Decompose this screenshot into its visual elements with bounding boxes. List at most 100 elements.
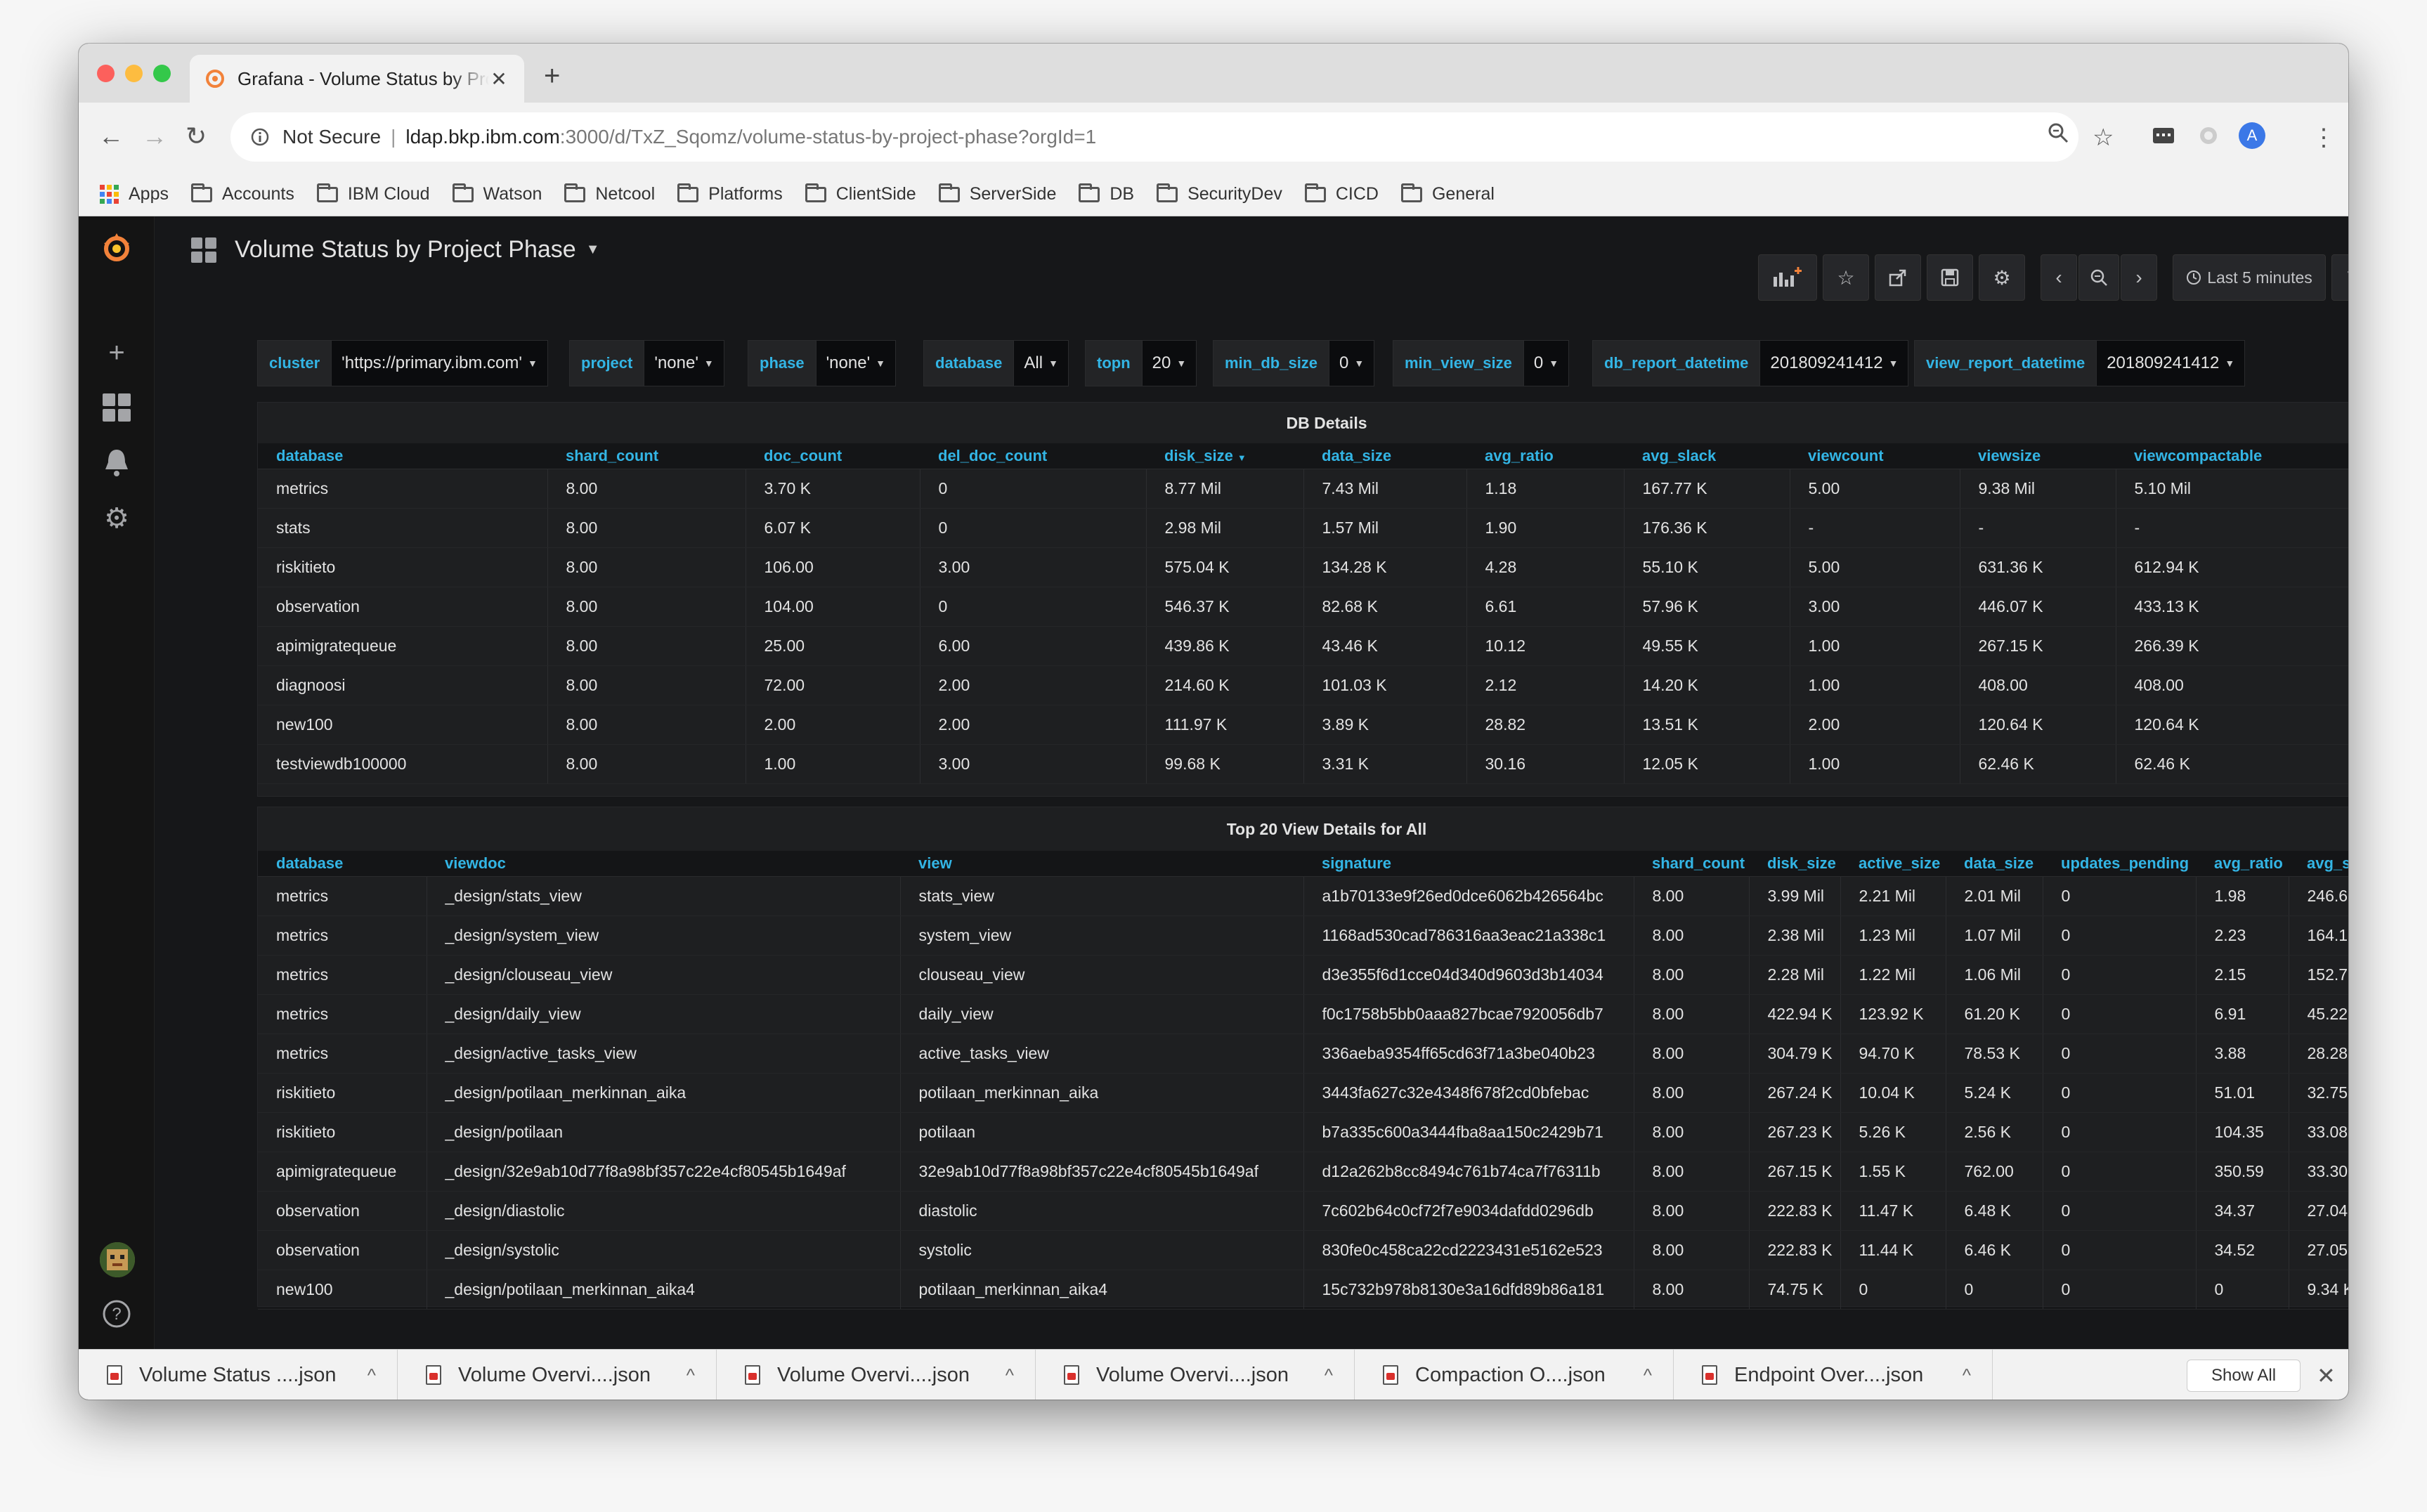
star-dashboard-icon[interactable]: ☆ (1823, 254, 1869, 301)
add-panel-icon[interactable] (1758, 254, 1817, 301)
tab-close-icon[interactable]: ✕ (489, 67, 509, 91)
time-range-picker[interactable]: Last 5 minutes (2173, 254, 2326, 301)
column-header[interactable]: viewsize (1960, 443, 2116, 469)
refresh-icon[interactable]: ↻ (2331, 254, 2348, 301)
browser-tab[interactable]: Grafana - Volume Status by Project Phase… (190, 55, 524, 103)
bookmark-folder[interactable]: Platforms (677, 183, 783, 204)
download-item[interactable]: Volume Overvi....json ^ (398, 1350, 717, 1400)
create-plus-icon[interactable]: + (100, 336, 134, 370)
download-item[interactable]: Volume Status ....json ^ (79, 1350, 398, 1400)
user-avatar[interactable] (100, 1242, 135, 1277)
close-downloads-icon[interactable]: ✕ (2317, 1362, 2336, 1389)
chevron-up-icon[interactable]: ^ (1325, 1364, 1333, 1386)
dashboards-icon[interactable] (100, 392, 134, 426)
column-header[interactable]: shard_count (547, 443, 746, 469)
download-item[interactable]: Volume Overvi....json ^ (717, 1350, 1036, 1400)
bookmark-folder[interactable]: DB (1079, 183, 1134, 204)
column-header[interactable]: signature (1303, 851, 1634, 877)
download-item[interactable]: Volume Overvi....json ^ (1036, 1350, 1355, 1400)
dashboard-settings-gear-icon[interactable]: ⚙ (1979, 254, 2025, 301)
variable-value-dropdown[interactable]: 'https://primary.ibm.com' ▼ (332, 340, 548, 386)
bookmark-apps[interactable]: Apps (100, 184, 169, 204)
column-header[interactable]: active_size (1840, 851, 1946, 877)
column-header[interactable]: data_size (1303, 443, 1466, 469)
bookmark-folder[interactable]: General (1400, 183, 1495, 204)
variable-value-dropdown[interactable]: 'none' ▼ (816, 340, 897, 386)
back-icon[interactable]: ← (98, 122, 124, 150)
new-tab-button[interactable]: + (544, 62, 560, 90)
column-header[interactable]: viewcompactable (2116, 443, 2348, 469)
variable-value-dropdown[interactable]: 0 ▼ (1329, 340, 1375, 386)
variable-min-db-size[interactable]: min_db_size 0 ▼ (1213, 340, 1375, 386)
chevron-up-icon[interactable]: ^ (1644, 1364, 1652, 1386)
column-header-sorted[interactable]: disk_size▼ (1749, 851, 1840, 877)
variable-project[interactable]: project 'none' ▼ (569, 340, 724, 386)
chevron-up-icon[interactable]: ^ (687, 1364, 695, 1386)
variable-value-dropdown[interactable]: All ▼ (1014, 340, 1069, 386)
column-header[interactable]: view (900, 851, 1303, 877)
column-header[interactable]: database (258, 851, 427, 877)
show-all-downloads-button[interactable]: Show All (2187, 1360, 2301, 1392)
column-header[interactable]: database (258, 443, 547, 469)
variable-value-dropdown[interactable]: 'none' ▼ (644, 340, 724, 386)
minimize-window-button[interactable] (125, 65, 143, 82)
bookmark-folder[interactable]: CICD (1304, 183, 1379, 204)
variable-value-dropdown[interactable]: 201809241412 ▼ (2097, 340, 2246, 386)
configuration-gear-icon[interactable]: ⚙ (100, 502, 134, 535)
time-shift-forward-icon[interactable]: › (2121, 254, 2157, 301)
chevron-up-icon[interactable]: ^ (1006, 1364, 1014, 1386)
url-field[interactable]: Not Secure | ldap.bkp.ibm.com:3000/d/TxZ… (230, 112, 2078, 162)
share-dashboard-icon[interactable] (1875, 254, 1921, 301)
time-shift-back-icon[interactable]: ‹ (2041, 254, 2077, 301)
bookmark-folder[interactable]: ClientSide (805, 183, 916, 204)
column-header-sorted[interactable]: disk_size▼ (1146, 443, 1303, 469)
variable-database[interactable]: database All ▼ (923, 340, 1069, 386)
download-item[interactable]: Compaction O....json ^ (1355, 1350, 1674, 1400)
download-item[interactable]: Endpoint Over....json ^ (1674, 1350, 1993, 1400)
forward-icon[interactable]: → (142, 122, 167, 150)
grafana-logo-icon[interactable] (100, 230, 134, 264)
alerting-bell-icon[interactable] (100, 447, 134, 481)
reload-icon[interactable]: ↻ (186, 122, 207, 150)
variable-cluster[interactable]: cluster 'https://primary.ibm.com' ▼ (257, 340, 548, 386)
column-header[interactable]: viewcount (1790, 443, 1960, 469)
bookmark-folder[interactable]: Watson (452, 183, 542, 204)
column-header[interactable]: updates_pending (2043, 851, 2196, 877)
extension-circle-icon[interactable] (2197, 124, 2220, 154)
help-icon[interactable]: ? (100, 1298, 134, 1332)
zoom-icon[interactable] (2046, 121, 2070, 151)
chevron-up-icon[interactable]: ^ (1963, 1364, 1971, 1386)
column-header[interactable]: data_size (1946, 851, 2043, 877)
column-header[interactable]: viewdoc (427, 851, 900, 877)
bookmark-folder[interactable]: IBM Cloud (316, 183, 430, 204)
column-header[interactable]: doc_count (746, 443, 920, 469)
menu-dots-icon[interactable]: ⋮ (2312, 124, 2336, 152)
column-header[interactable]: del_doc_count (920, 443, 1146, 469)
column-header[interactable]: avg_slack (1624, 443, 1790, 469)
bookmark-folder[interactable]: SecurityDev (1157, 183, 1282, 204)
close-window-button[interactable] (97, 65, 115, 82)
variable-phase[interactable]: phase 'none' ▼ (748, 340, 897, 386)
column-header[interactable]: shard_count (1634, 851, 1749, 877)
bookmark-star-icon[interactable]: ☆ (2093, 124, 2114, 152)
bookmark-folder[interactable]: Accounts (190, 183, 294, 204)
variable-value-dropdown[interactable]: 0 ▼ (1523, 340, 1570, 386)
dashboard-title-picker[interactable]: Volume Status by Project Phase ▼ (191, 236, 600, 263)
variable-min-view-size[interactable]: min_view_size 0 ▼ (1393, 340, 1570, 386)
variable-db-report-datetime[interactable]: db_report_datetime 201809241412 ▼ (1592, 340, 1909, 386)
bookmark-folder[interactable]: Netcool (564, 183, 655, 204)
profile-avatar[interactable]: A (2239, 122, 2265, 149)
extension-icon[interactable] (2152, 124, 2175, 154)
chevron-up-icon[interactable]: ^ (367, 1364, 376, 1386)
zoom-out-time-icon[interactable] (2078, 254, 2119, 301)
save-dashboard-icon[interactable] (1927, 254, 1973, 301)
variable-topn[interactable]: topn 20 ▼ (1085, 340, 1197, 386)
column-header[interactable]: avg_ratio (1466, 443, 1624, 469)
bookmark-folder[interactable]: ServerSide (938, 183, 1056, 204)
maximize-window-button[interactable] (153, 65, 171, 82)
column-header[interactable]: avg_ratio (2196, 851, 2289, 877)
variable-view-report-datetime[interactable]: view_report_datetime 201809241412 ▼ (1914, 340, 2246, 386)
variable-value-dropdown[interactable]: 20 ▼ (1142, 340, 1197, 386)
column-header[interactable]: avg_slack (2289, 851, 2348, 877)
variable-value-dropdown[interactable]: 201809241412 ▼ (1760, 340, 1909, 386)
